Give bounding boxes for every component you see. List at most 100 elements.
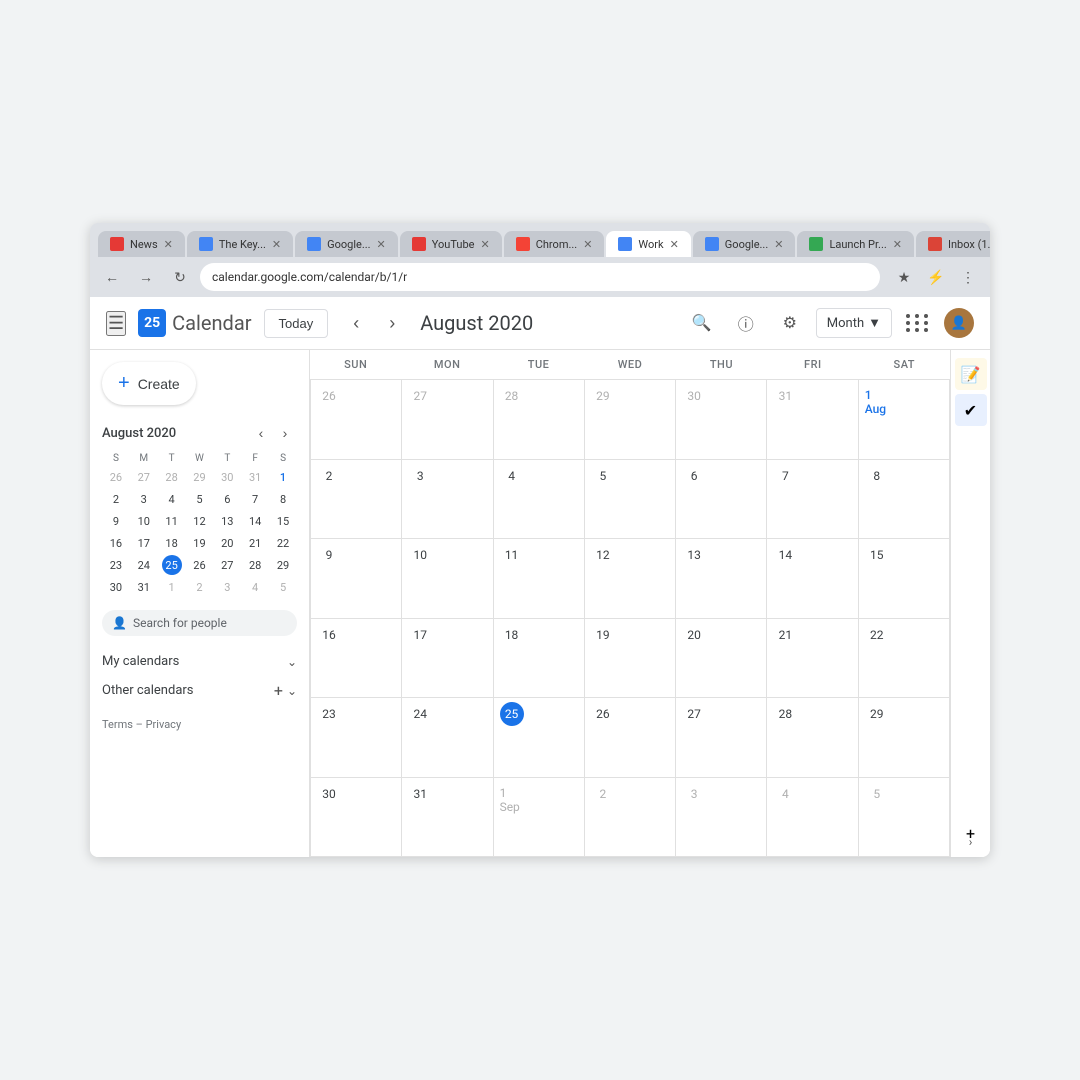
mini-cal-cell[interactable]: 14 xyxy=(241,510,269,532)
extensions-button[interactable]: ⚡ xyxy=(922,263,950,291)
calendar-cell[interactable]: 21 xyxy=(767,619,858,699)
mini-cal-cell[interactable]: 11 xyxy=(158,510,186,532)
mini-cal-cell[interactable]: 1 xyxy=(269,466,297,488)
calendar-cell[interactable]: 27 xyxy=(402,380,493,460)
tab-close-icon[interactable]: ✕ xyxy=(774,238,783,251)
add-other-calendar-icon[interactable]: + xyxy=(274,681,283,700)
calendar-cell[interactable]: 6 xyxy=(676,460,767,540)
tab-chrome1[interactable]: Chrom... ✕ xyxy=(504,231,605,257)
calendar-cell[interactable]: 2 xyxy=(585,778,676,858)
reload-button[interactable]: ↻ xyxy=(166,263,194,291)
calendar-cell[interactable]: 23 xyxy=(311,698,402,778)
mini-cal-cell[interactable]: 31 xyxy=(130,576,158,598)
mini-cal-cell[interactable]: 9 xyxy=(102,510,130,532)
mini-cal-cell[interactable]: 2 xyxy=(186,576,214,598)
tab-keys[interactable]: The Key... ✕ xyxy=(187,231,293,257)
hamburger-button[interactable]: ☰ xyxy=(106,311,126,336)
mini-cal-cell[interactable]: 26 xyxy=(186,554,214,576)
calendar-cell[interactable]: 4 xyxy=(494,460,585,540)
mini-cal-cell[interactable]: 25 xyxy=(158,554,186,576)
terms-link[interactable]: Terms xyxy=(102,718,133,731)
mini-cal-cell[interactable]: 27 xyxy=(213,554,241,576)
apps-button[interactable] xyxy=(900,305,936,341)
address-bar[interactable]: calendar.google.com/calendar/b/1/r xyxy=(200,263,880,291)
help-button[interactable]: ⓘ xyxy=(728,305,764,341)
calendar-logo[interactable]: 25 Calendar xyxy=(138,309,251,337)
settings-button[interactable]: ⚙ xyxy=(772,305,808,341)
tab-close-icon[interactable]: ✕ xyxy=(164,238,173,251)
mini-cal-cell[interactable]: 30 xyxy=(213,466,241,488)
calendar-cell[interactable]: 5 xyxy=(585,460,676,540)
calendar-cell[interactable]: 27 xyxy=(676,698,767,778)
calendar-cell[interactable]: 3 xyxy=(676,778,767,858)
mini-prev-button[interactable]: ‹ xyxy=(249,421,273,445)
other-calendars-section[interactable]: Other calendars + ⌄ xyxy=(102,675,297,706)
tab-close-icon[interactable]: ✕ xyxy=(481,238,490,251)
mini-cal-cell[interactable]: 12 xyxy=(186,510,214,532)
mini-cal-cell[interactable]: 7 xyxy=(241,488,269,510)
mini-cal-cell[interactable]: 28 xyxy=(241,554,269,576)
back-button[interactable]: ← xyxy=(98,263,126,291)
tab-close-icon[interactable]: ✕ xyxy=(272,238,281,251)
tab-close-icon[interactable]: ✕ xyxy=(583,238,592,251)
create-button[interactable]: + Create xyxy=(102,362,196,405)
mini-cal-cell[interactable]: 1 xyxy=(158,576,186,598)
tab-close-icon[interactable]: ✕ xyxy=(893,238,902,251)
mini-cal-cell[interactable]: 13 xyxy=(213,510,241,532)
tab-close-icon[interactable]: ✕ xyxy=(377,238,386,251)
mini-cal-cell[interactable]: 3 xyxy=(213,576,241,598)
avatar[interactable]: 👤 xyxy=(944,308,974,338)
calendar-cell[interactable]: 31 xyxy=(402,778,493,858)
mini-cal-cell[interactable]: 5 xyxy=(269,576,297,598)
calendar-cell[interactable]: 12 xyxy=(585,539,676,619)
calendar-cell[interactable]: 10 xyxy=(402,539,493,619)
tab-inbox[interactable]: Inbox (1... ✕ xyxy=(916,231,990,257)
mini-cal-cell[interactable]: 26 xyxy=(102,466,130,488)
search-people[interactable]: 👤 Search for people xyxy=(102,610,297,636)
calendar-cell[interactable]: 28 xyxy=(494,380,585,460)
calendar-cell[interactable]: 7 xyxy=(767,460,858,540)
calendar-cell[interactable]: 30 xyxy=(311,778,402,858)
right-expand-icon[interactable]: › xyxy=(969,835,973,849)
mini-cal-cell[interactable]: 17 xyxy=(130,532,158,554)
mini-cal-cell[interactable]: 5 xyxy=(186,488,214,510)
mini-cal-cell[interactable]: 30 xyxy=(102,576,130,598)
calendar-cell[interactable]: 14 xyxy=(767,539,858,619)
calendar-cell[interactable]: 20 xyxy=(676,619,767,699)
calendar-cell[interactable]: 18 xyxy=(494,619,585,699)
calendar-cell[interactable]: 13 xyxy=(676,539,767,619)
calendar-cell[interactable]: 31 xyxy=(767,380,858,460)
calendar-cell[interactable]: 17 xyxy=(402,619,493,699)
calendar-cell[interactable]: 29 xyxy=(585,380,676,460)
mini-cal-cell[interactable]: 4 xyxy=(241,576,269,598)
mini-cal-cell[interactable]: 18 xyxy=(158,532,186,554)
search-button[interactable]: 🔍 xyxy=(684,305,720,341)
calendar-cell[interactable]: 24 xyxy=(402,698,493,778)
tab-close-icon[interactable]: ✕ xyxy=(670,238,679,251)
mini-next-button[interactable]: › xyxy=(273,421,297,445)
calendar-cell[interactable]: 2 xyxy=(311,460,402,540)
right-icon-2[interactable]: ✔ xyxy=(955,394,987,426)
bookmark-button[interactable]: ★ xyxy=(890,263,918,291)
calendar-cell[interactable]: 1 Sep xyxy=(494,778,585,858)
calendar-cell[interactable]: 19 xyxy=(585,619,676,699)
next-month-button[interactable]: › xyxy=(376,307,408,339)
calendar-cell[interactable]: 26 xyxy=(585,698,676,778)
calendar-cell[interactable]: 11 xyxy=(494,539,585,619)
calendar-cell[interactable]: 8 xyxy=(859,460,950,540)
mini-cal-cell[interactable]: 20 xyxy=(213,532,241,554)
mini-cal-cell[interactable]: 15 xyxy=(269,510,297,532)
calendar-cell[interactable]: 9 xyxy=(311,539,402,619)
mini-cal-cell[interactable]: 8 xyxy=(269,488,297,510)
mini-cal-cell[interactable]: 2 xyxy=(102,488,130,510)
calendar-cell[interactable]: 28 xyxy=(767,698,858,778)
calendar-cell[interactable]: 16 xyxy=(311,619,402,699)
mini-cal-cell[interactable]: 16 xyxy=(102,532,130,554)
mini-cal-cell[interactable]: 21 xyxy=(241,532,269,554)
mini-cal-cell[interactable]: 28 xyxy=(158,466,186,488)
mini-cal-cell[interactable]: 3 xyxy=(130,488,158,510)
menu-button[interactable]: ⋮ xyxy=(954,263,982,291)
mini-cal-cell[interactable]: 27 xyxy=(130,466,158,488)
tab-news[interactable]: News ✕ xyxy=(98,231,185,257)
tab-launch1[interactable]: Launch Pr... ✕ xyxy=(797,231,914,257)
